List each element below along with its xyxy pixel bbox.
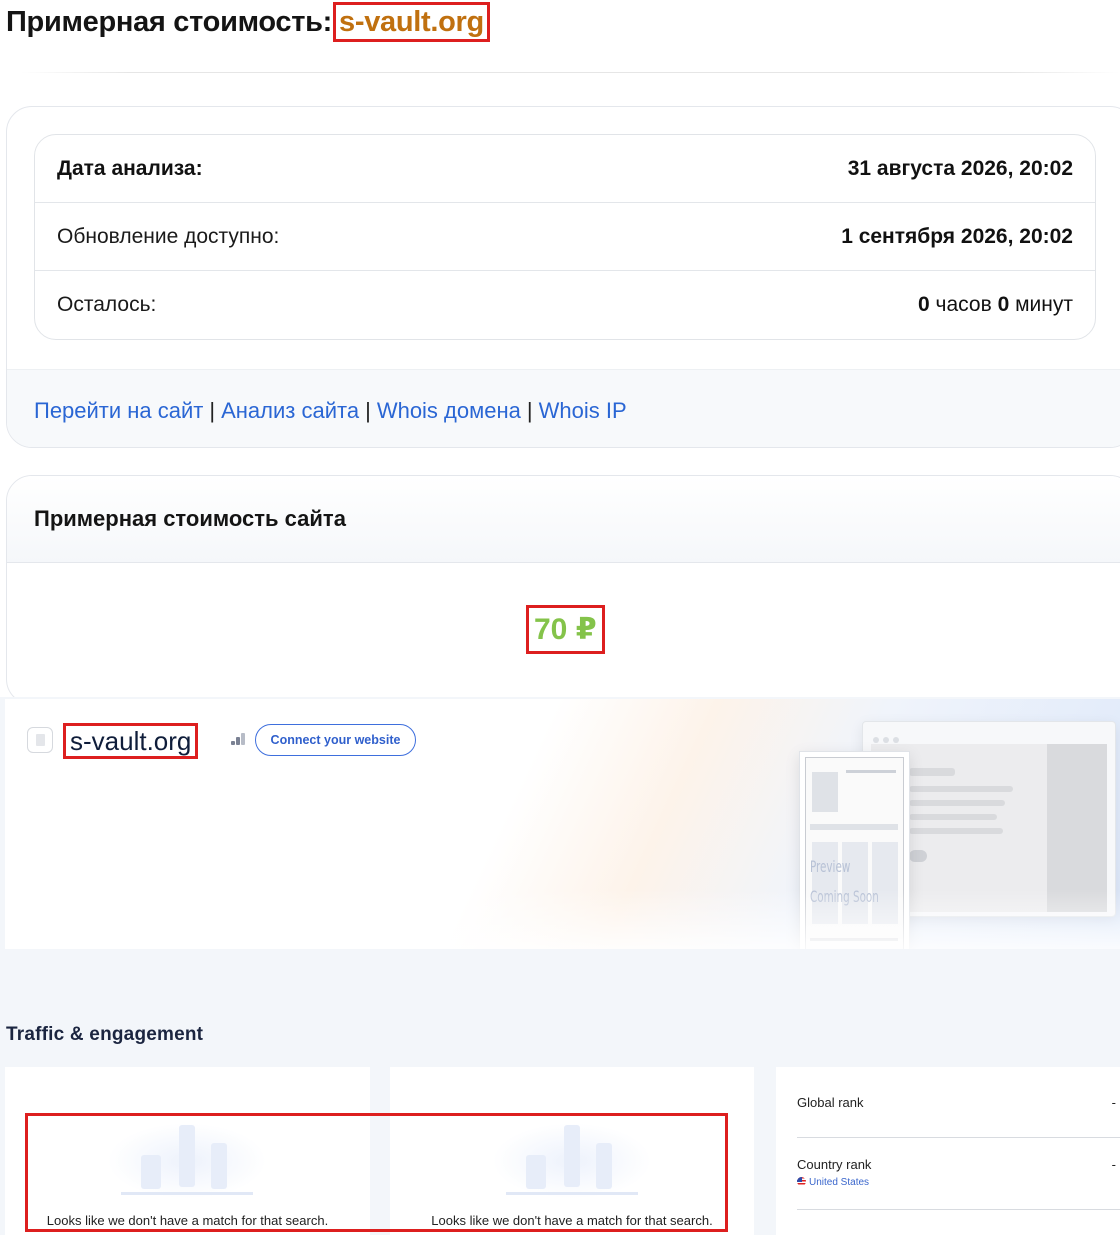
mobile-preview-mock: Preview Coming Soon	[799, 751, 910, 949]
country-rank-country[interactable]: United States	[797, 1177, 869, 1188]
global-rank-label: Global rank	[797, 1095, 864, 1110]
us-flag-icon	[797, 1177, 806, 1186]
analysis-info-table: Дата анализа: 31 августа 2026, 20:02 Обн…	[34, 134, 1096, 340]
remaining-label: Осталось:	[57, 293, 157, 316]
valuation-card: Примерная стоимость сайта 70 ₽	[6, 475, 1120, 705]
site-links: Перейти на сайт | Анализ сайта | Whois домен…	[34, 398, 627, 424]
empty-state-illustration-icon	[107, 1123, 267, 1199]
country-rank-row: Country rank - United States	[797, 1157, 1120, 1188]
widget-hero: s-vault.org Connect your website Preview…	[5, 699, 1120, 949]
empty-state-illustration-icon	[492, 1123, 652, 1199]
update-available-label: Обновление доступно:	[57, 224, 280, 248]
preview-coming-soon-text: Preview Coming Soon	[810, 852, 879, 912]
global-rank-value: -	[1111, 1095, 1116, 1110]
valuation-heading: Примерная стоимость сайта	[7, 476, 1120, 563]
site-analysis-link[interactable]: Анализ сайта	[221, 398, 359, 423]
remaining-minutes-unit: минут	[1015, 293, 1073, 316]
rank-divider	[797, 1209, 1120, 1210]
rank-divider	[797, 1137, 1120, 1138]
title-divider	[20, 72, 1120, 73]
page-title: Примерная стоимость: s-vault.org	[6, 2, 490, 42]
connect-website-button[interactable]: Connect your website	[255, 724, 416, 756]
preview-line-1: Preview	[810, 857, 851, 876]
country-rank-value: -	[1111, 1157, 1116, 1172]
preview-line-2: Coming Soon	[810, 887, 879, 906]
remaining-row: Осталось: 0 часов 0 минут	[35, 271, 1095, 339]
widget-domain: s-vault.org	[63, 723, 199, 759]
remaining-minutes: 0	[997, 293, 1010, 316]
global-rank-row: Global rank -	[797, 1095, 1120, 1110]
link-separator: |	[209, 398, 216, 423]
remaining-value: 0 часов 0 минут	[918, 293, 1073, 317]
whois-domain-link[interactable]: Whois домена	[377, 398, 521, 423]
update-available-value: 1 сентября 2026, 20:02	[841, 224, 1073, 248]
link-separator: |	[526, 398, 533, 423]
goto-site-link[interactable]: Перейти на сайт	[34, 398, 203, 423]
empty-state-message: Looks like we don't have a match for tha…	[431, 1213, 713, 1228]
traffic-card-visits: Looks like we don't have a match for tha…	[5, 1067, 370, 1235]
traffic-card-engagement: Looks like we don't have a match for tha…	[390, 1067, 754, 1235]
analysis-date-row: Дата анализа: 31 августа 2026, 20:02	[35, 135, 1095, 203]
analysis-info-card: Дата анализа: 31 августа 2026, 20:02 Обн…	[6, 106, 1120, 448]
site-links-band: Перейти на сайт | Анализ сайта | Whois домен…	[7, 369, 1120, 447]
signal-bars-icon	[231, 733, 247, 745]
traffic-engagement-title: Traffic & engagement	[6, 1024, 204, 1045]
analysis-date-label: Дата анализа:	[57, 156, 203, 180]
empty-state-message: Looks like we don't have a match for tha…	[46, 1213, 329, 1228]
country-rank-label: Country rank	[797, 1157, 872, 1172]
analysis-date-value: 31 августа 2026, 20:02	[847, 156, 1073, 180]
country-name: United States	[809, 1177, 870, 1188]
traffic-widget: s-vault.org Connect your website Preview…	[0, 697, 1120, 1235]
rank-card: Global rank - Country rank - United Stat…	[776, 1067, 1120, 1235]
remaining-hours-unit: часов	[935, 293, 992, 316]
whois-ip-link[interactable]: Whois IP	[539, 398, 627, 423]
remaining-hours: 0	[918, 293, 930, 316]
favicon-placeholder-icon	[27, 727, 53, 753]
page-title-prefix: Примерная стоимость:	[6, 5, 333, 38]
valuation-amount: 70 ₽	[526, 605, 605, 654]
page-title-domain: s-vault.org	[333, 2, 490, 42]
link-separator: |	[365, 398, 371, 423]
update-available-row: Обновление доступно: 1 сентября 2026, 20…	[35, 203, 1095, 271]
